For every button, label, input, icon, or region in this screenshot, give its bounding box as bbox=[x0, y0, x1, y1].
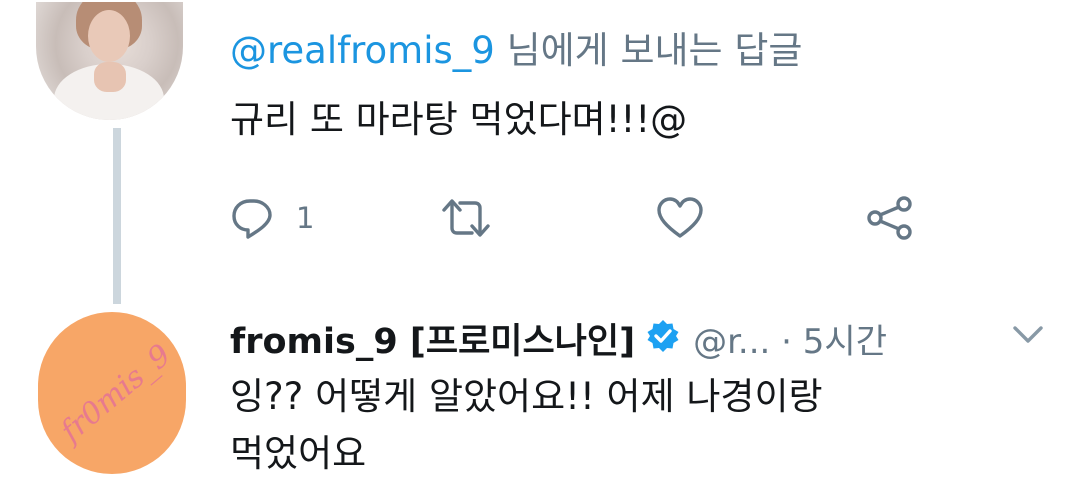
retweet-button[interactable] bbox=[440, 190, 492, 246]
tweet-text: 규리 또 마라탕 먹었다며!!!@ bbox=[230, 98, 688, 141]
share-icon bbox=[866, 196, 914, 240]
tweet-actions: 1 bbox=[230, 190, 930, 246]
like-icon bbox=[656, 196, 704, 240]
thread-connector-line bbox=[113, 128, 121, 304]
reply-button[interactable]: 1 bbox=[230, 190, 314, 246]
retweet-icon bbox=[440, 196, 492, 240]
tweet-text-line: 잉?? 어떻게 알았어요!! 어제 나경이랑 bbox=[230, 375, 823, 418]
tweet-text: 잉?? 어떻게 알았어요!! 어제 나경이랑 먹었어요 bbox=[230, 368, 990, 482]
reply-context: @realfromis_9 님에게 보내는 답글 bbox=[230, 20, 802, 74]
reply-count: 1 bbox=[296, 201, 315, 235]
reply-to-handle-link[interactable]: @realfromis_9 bbox=[230, 29, 495, 72]
reply-to-label: 님에게 보내는 답글 bbox=[494, 29, 803, 72]
tweet-menu-button[interactable] bbox=[1012, 324, 1044, 350]
share-button[interactable] bbox=[866, 190, 914, 246]
avatar[interactable] bbox=[36, 2, 183, 120]
verified-badge-icon bbox=[645, 318, 681, 358]
tweet-header: fromis_9 [프로미스나인] @r... · 5시간 bbox=[230, 312, 887, 364]
reply-icon bbox=[230, 196, 274, 240]
avatar[interactable]: fr0mis_9 bbox=[38, 312, 186, 474]
display-name[interactable]: fromis_9 [프로미스나인] bbox=[230, 313, 635, 364]
tweet-text-line: 먹었어요 bbox=[230, 432, 367, 475]
chevron-down-icon bbox=[1012, 326, 1044, 350]
like-button[interactable] bbox=[656, 190, 704, 246]
handle-and-time: @r... · 5시간 bbox=[693, 321, 887, 362]
avatar-logo-text: fr0mis_9 bbox=[54, 337, 178, 450]
